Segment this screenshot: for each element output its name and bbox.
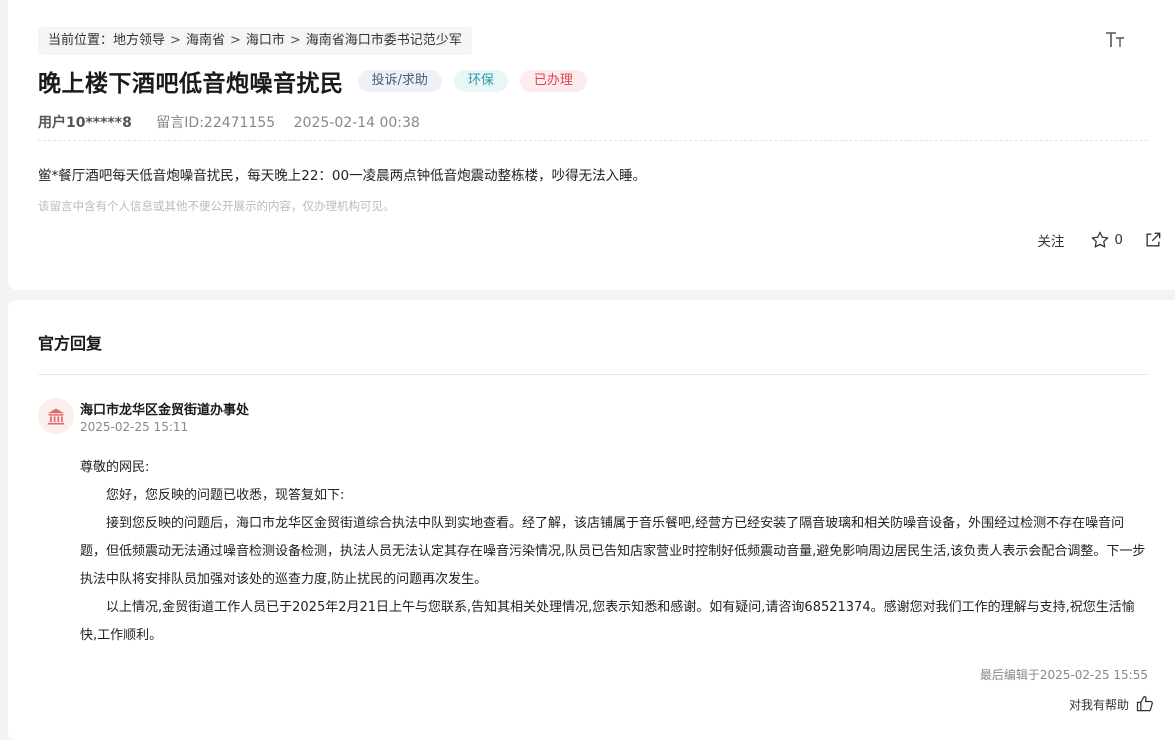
breadcrumb-separator: > (289, 33, 301, 48)
field-tag: 环保 (453, 70, 508, 92)
category-tag: 投诉/求助 (357, 70, 442, 92)
reply-paragraph: 以上情况,金贸街道工作人员已于2025年2月21日上午与您联系,告知其相关处理情… (80, 600, 1135, 643)
message-card: 当前位置：地方领导 > 海南省 > 海口市 > 海南省海口市委书记范少军 晚上楼下酒吧低音炮… (8, 0, 1175, 290)
breadcrumb-separator: > (170, 33, 181, 48)
reply-paragraph: 您好，您反映的问题已收悉，现答复如下: (106, 488, 345, 503)
font-size-icon[interactable] (1103, 28, 1127, 52)
post-meta: 用户10*****8 留言ID:22471155 2025-02-14 00:3… (38, 112, 420, 132)
page-title: 晚上楼下酒吧低音炮噪音扰民 (38, 71, 344, 97)
thumbs-up-icon (1136, 695, 1153, 712)
government-building-icon (47, 408, 65, 425)
breadcrumb-item-leader[interactable]: 海南省海口市委书记范少军 (306, 33, 462, 48)
message-id: 留言ID:22471155 (156, 115, 276, 131)
post-actions: 关注 0 (1037, 228, 1163, 252)
post-user: 用户10*****8 (38, 115, 132, 131)
star-icon (1092, 231, 1109, 248)
breadcrumb-item-city[interactable]: 海口市 (246, 33, 285, 48)
last-edit-time: 最后编辑于2025-02-25 15:55 (979, 668, 1148, 682)
reply-paragraph: 接到您反映的问题后，海口市龙华区金贸街道综合执法中队到实地查看。经了解，该店铺属… (80, 516, 1146, 587)
breadcrumb-item-province[interactable]: 海南省 (186, 33, 225, 48)
share-button[interactable] (1143, 230, 1163, 250)
official-reply-card: 官方回复 海口市龙华区金贸街道办事处 2025-02-25 15:11 尊敬的网… (8, 300, 1175, 740)
avatar (38, 398, 74, 434)
divider (38, 140, 1148, 141)
favorite-count: 0 (1114, 232, 1123, 248)
helpful-button[interactable]: 对我有帮助 (1069, 694, 1155, 714)
reply-body: 尊敬的网民: 您好，您反映的问题已收悉，现答复如下: 接到您反映的问题后，海口市… (80, 454, 1150, 650)
divider (38, 374, 1148, 375)
privacy-notice: 该留言中含有个人信息或其他不便公开展示的内容，仅办理机构可见。 (38, 199, 395, 213)
favorite-button[interactable]: 0 (1090, 230, 1123, 250)
breadcrumb: 当前位置：地方领导 > 海南省 > 海口市 > 海南省海口市委书记范少军 (38, 27, 472, 55)
reply-time: 2025-02-25 15:11 (80, 420, 189, 434)
org-name: 海口市龙华区金贸街道办事处 (80, 403, 250, 418)
post-content: 鲎*餐厅酒吧每天低音炮噪音扰民，每天晚上22：00一凌晨两点钟低音炮震动整栋楼，… (38, 168, 647, 184)
reply-section-title: 官方回复 (38, 334, 103, 353)
helpful-label: 对我有帮助 (1068, 697, 1129, 712)
reply-greeting: 尊敬的网民: (80, 460, 150, 475)
share-icon (1146, 232, 1161, 247)
title-row: 晚上楼下酒吧低音炮噪音扰民 投诉/求助 环保 已办理 (38, 64, 587, 98)
breadcrumb-item-region[interactable]: 地方领导 (113, 33, 165, 48)
breadcrumb-separator: > (229, 33, 241, 48)
follow-button[interactable]: 关注 (1037, 230, 1064, 250)
breadcrumb-prefix: 当前位置： (48, 33, 114, 48)
post-time: 2025-02-14 00:38 (293, 115, 420, 131)
status-badge: 已办理 (519, 70, 587, 92)
